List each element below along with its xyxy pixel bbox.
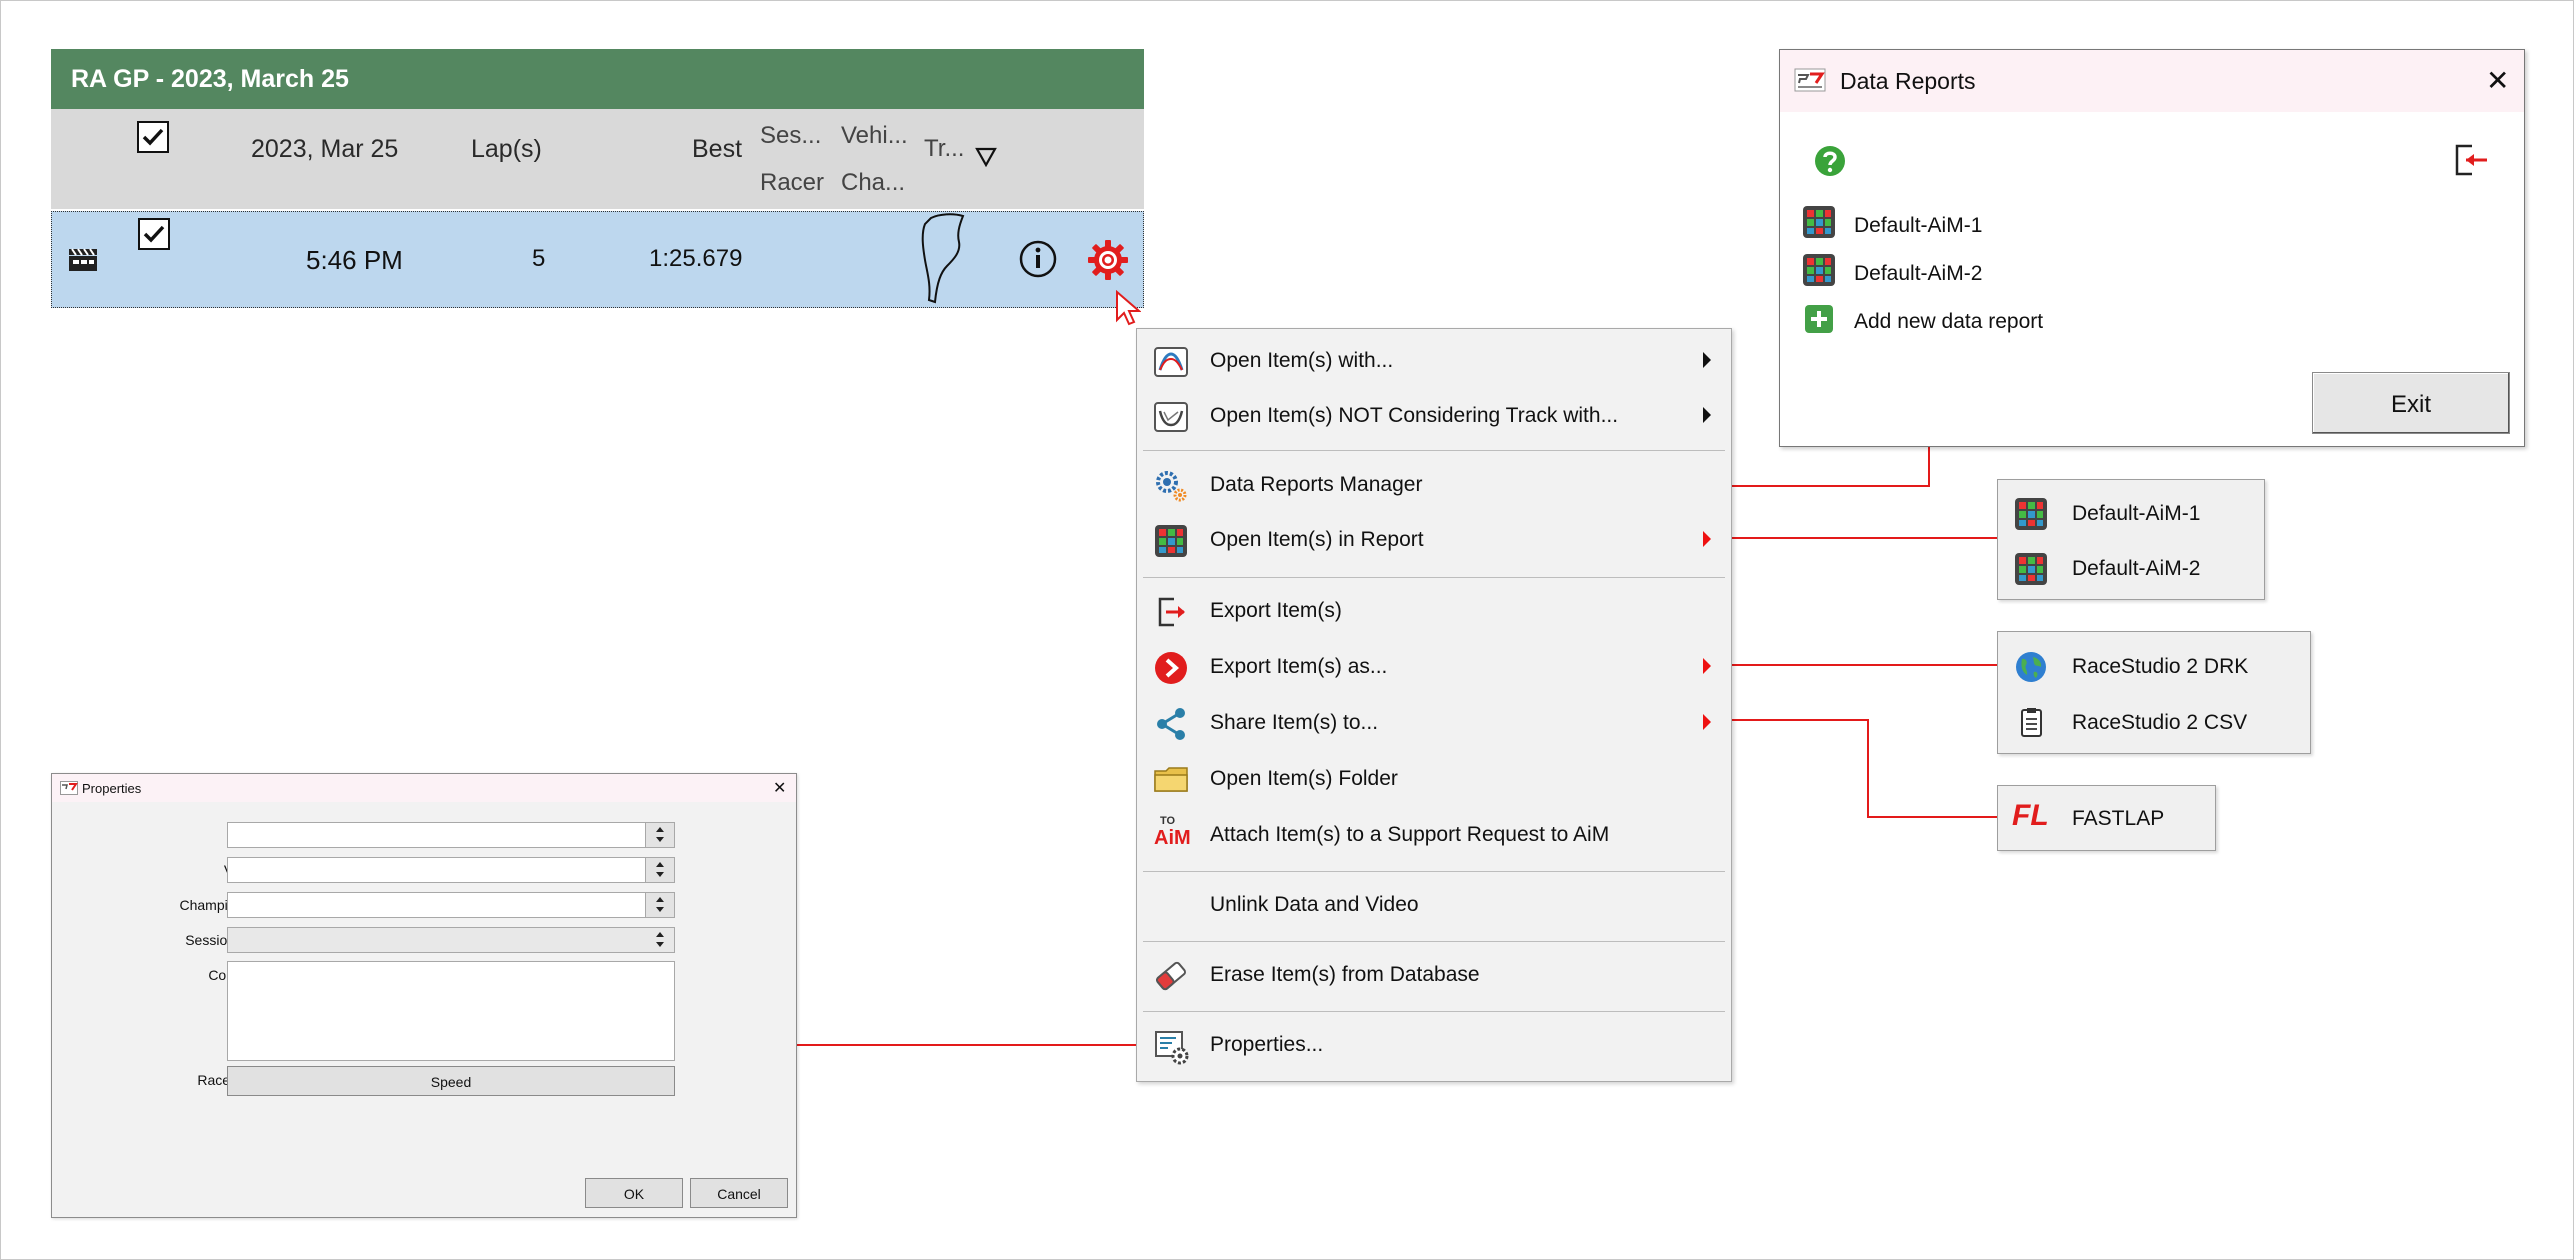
racer-combobox[interactable] <box>227 822 675 848</box>
open-with-icon <box>1154 345 1188 379</box>
export-as-icon <box>1154 651 1188 685</box>
report-submenu: Default-AiM-1 Default-AiM-2 <box>1997 479 2265 600</box>
cancel-button[interactable]: Cancel <box>690 1178 788 1208</box>
data-reports-window: Data Reports ✕ Default-AiM-1 Default-AiM… <box>1779 49 2525 447</box>
submenu-arrow-icon <box>1703 658 1711 674</box>
dropdown-arrows-icon[interactable] <box>646 928 674 952</box>
submenu-arrow-icon <box>1703 407 1711 423</box>
open-not-track-icon <box>1154 400 1188 434</box>
menu-item-erase[interactable]: Erase Item(s) from Database <box>1137 949 1731 1001</box>
exit-button[interactable]: Exit <box>2312 372 2510 434</box>
submenu-arrow-icon <box>1703 531 1711 547</box>
csv-file-icon <box>2014 706 2048 740</box>
report-grid-icon <box>1802 253 1836 293</box>
report-grid-icon <box>1154 524 1188 558</box>
app-logo-icon <box>60 781 78 798</box>
menu-separator <box>1143 871 1725 872</box>
menu-item-unlink-video[interactable]: Unlink Data and Video <box>1137 879 1731 931</box>
dropdown-arrows-icon[interactable] <box>645 893 674 917</box>
vehicle-combobox[interactable] <box>227 857 675 883</box>
help-icon[interactable] <box>1814 145 1846 182</box>
properties-icon <box>1154 1029 1189 1065</box>
menu-item-share[interactable]: Share Item(s) to... <box>1137 697 1731 749</box>
menu-item-open-in-report[interactable]: Open Item(s) in Report <box>1137 514 1731 566</box>
properties-dialog: Properties ✕ Racer Vehicle Championship … <box>51 773 797 1218</box>
dropdown-arrows-icon[interactable] <box>645 823 674 847</box>
session-type-select[interactable] <box>227 927 675 953</box>
context-menu: Open Item(s) with... Open Item(s) NOT Co… <box>1136 328 1732 1082</box>
menu-separator <box>1143 941 1725 942</box>
report-grid-icon <box>2014 552 2048 586</box>
report-grid-icon <box>2014 497 2048 531</box>
properties-title: Properties <box>82 781 142 796</box>
report-submenu-item[interactable]: Default-AiM-1 <box>1998 489 2264 537</box>
logout-icon[interactable] <box>2454 143 2490 182</box>
menu-separator <box>1143 450 1725 451</box>
comment-textarea[interactable] <box>227 961 675 1061</box>
callout-line-share-submenu <box>1732 719 1997 818</box>
data-reports-titlebar: Data Reports ✕ <box>1780 50 2524 112</box>
submenu-arrow-icon <box>1703 352 1711 368</box>
menu-item-open-not-track[interactable]: Open Item(s) NOT Considering Track with.… <box>1137 390 1731 442</box>
properties-titlebar: Properties ✕ <box>52 774 796 802</box>
report-grid-icon <box>1802 205 1836 245</box>
data-reports-title: Data Reports <box>1840 68 1976 94</box>
submenu-arrow-icon <box>1703 714 1711 730</box>
menu-separator <box>1143 1011 1725 1012</box>
eraser-icon <box>1154 959 1188 993</box>
plus-icon <box>1804 304 1834 340</box>
menu-item-export-as[interactable]: Export Item(s) as... <box>1137 641 1731 693</box>
app-logo-icon <box>1794 67 1826 98</box>
menu-item-attach-support[interactable]: TO AiM Attach Item(s) to a Support Reque… <box>1137 809 1731 861</box>
championship-combobox[interactable] <box>227 892 675 918</box>
close-icon[interactable]: ✕ <box>2486 64 2509 97</box>
menu-item-open-with[interactable]: Open Item(s) with... <box>1137 335 1731 387</box>
export-as-submenu: RaceStudio 2 DRK RaceStudio 2 CSV <box>1997 631 2311 754</box>
export-submenu-item-drk[interactable]: RaceStudio 2 DRK <box>1998 642 2310 690</box>
close-icon[interactable]: ✕ <box>773 778 786 798</box>
ok-button[interactable]: OK <box>585 1178 683 1208</box>
menu-separator <box>1143 577 1725 578</box>
menu-item-properties[interactable]: Properties... <box>1137 1019 1731 1071</box>
to-aim-icon: TO AiM <box>1154 815 1191 849</box>
menu-item-open-folder[interactable]: Open Item(s) Folder <box>1137 753 1731 805</box>
share-submenu: FL FASTLAP <box>1997 785 2216 851</box>
fastlap-logo-icon: FL <box>2012 799 2049 832</box>
share-icon <box>1154 707 1188 741</box>
race-mode-button[interactable]: Speed <box>227 1066 675 1096</box>
share-submenu-item-fastlap[interactable]: FL FASTLAP <box>1998 794 2215 842</box>
menu-item-data-reports-manager[interactable]: Data Reports Manager <box>1137 459 1731 511</box>
menu-item-export[interactable]: Export Item(s) <box>1137 585 1731 637</box>
globe-icon <box>2014 650 2048 684</box>
export-icon <box>1154 595 1188 629</box>
export-submenu-item-csv[interactable]: RaceStudio 2 CSV <box>1998 698 2310 746</box>
dropdown-arrows-icon[interactable] <box>645 858 674 882</box>
gears-icon <box>1154 469 1188 503</box>
folder-icon <box>1154 763 1188 797</box>
report-submenu-item[interactable]: Default-AiM-2 <box>1998 544 2264 592</box>
